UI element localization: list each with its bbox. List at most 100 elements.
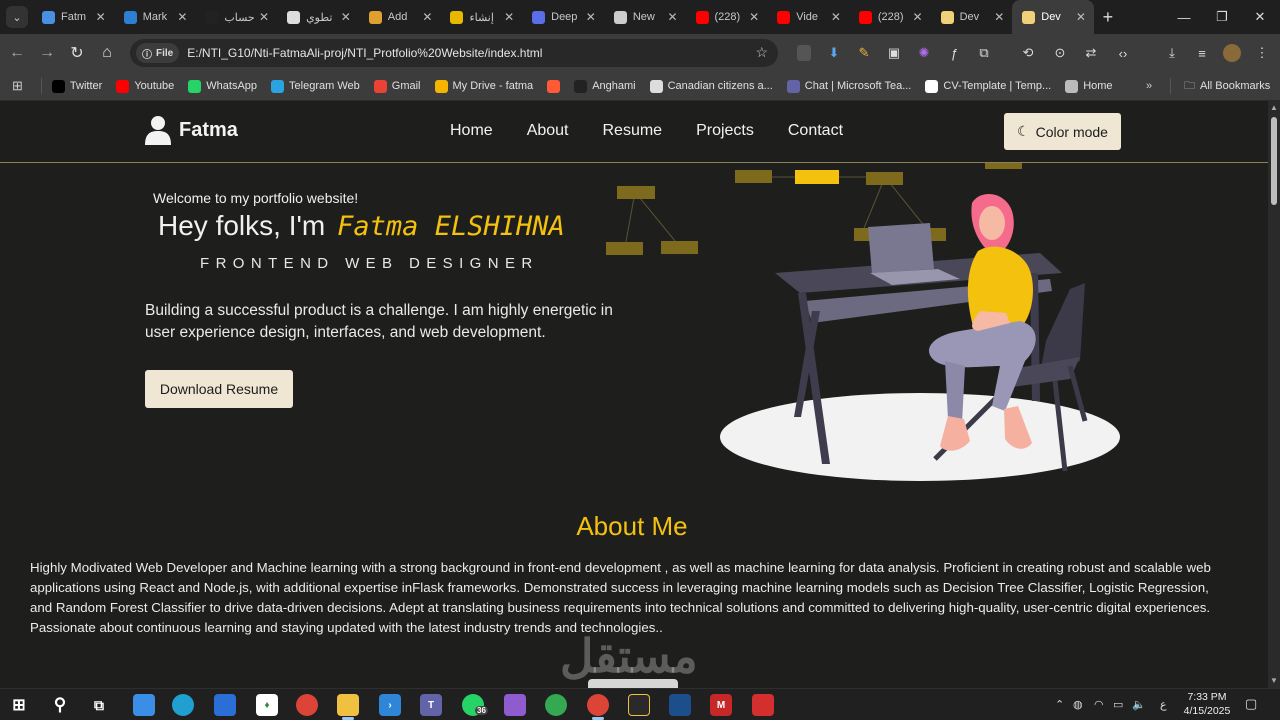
url-text[interactable]: E:/NTI_G10/Nti-FatmaAli-proj/NTI_Protfol… — [187, 46, 542, 60]
wifi-icon[interactable]: ◠ — [1094, 698, 1104, 711]
battery-icon[interactable]: ▭ — [1113, 698, 1123, 711]
bookmark-star-icon[interactable]: ☆ — [755, 44, 768, 61]
vscode-icon[interactable]: › — [379, 694, 401, 716]
extensions-puzzle-icon[interactable]: ⧉ — [972, 41, 996, 65]
all-bookmarks-button[interactable]: 🗀 All Bookmarks — [1184, 77, 1270, 96]
tab-close-icon[interactable]: ✕ — [341, 10, 351, 24]
close-window-button[interactable]: ✕ — [1241, 0, 1279, 34]
browser-tab[interactable]: Fatm ✕ — [32, 0, 114, 34]
tab-close-icon[interactable]: ✕ — [994, 10, 1004, 24]
chrome-profile-icon[interactable] — [545, 694, 567, 716]
bookmark-item[interactable]: My Drive - fatma — [434, 79, 533, 93]
task-view-icon[interactable]: ⧉ — [88, 694, 110, 716]
minimize-button[interactable]: — — [1165, 0, 1203, 34]
color-mode-button[interactable]: ☾ Color mode — [1004, 113, 1121, 150]
browser-tab[interactable]: حساب ✕ — [195, 0, 277, 34]
maximize-button[interactable]: ❐ — [1203, 0, 1241, 34]
download-manager-icon[interactable]: ⬇ — [822, 41, 846, 65]
nav-projects-link[interactable]: Projects — [696, 122, 754, 140]
tab-close-icon[interactable]: ✕ — [667, 10, 677, 24]
sublime-icon[interactable] — [628, 694, 650, 716]
screenshot-icon[interactable]: ⊙ — [1048, 41, 1072, 65]
tab-close-icon[interactable]: ✕ — [504, 10, 514, 24]
bookmark-item[interactable]: Home — [1065, 79, 1113, 93]
browser-tab[interactable]: (228) ✕ — [686, 0, 768, 34]
tab-close-icon[interactable]: ✕ — [1076, 10, 1086, 24]
tray-expand-icon[interactable]: ⌃ — [1055, 698, 1064, 711]
browser-tab[interactable]: Add ✕ — [359, 0, 441, 34]
tab-close-icon[interactable]: ✕ — [586, 10, 596, 24]
bookmark-item[interactable]: Canadian citizens a... — [649, 79, 773, 93]
extension-doc-icon[interactable] — [797, 45, 811, 61]
network-vpn-icon[interactable]: ◍ — [1073, 698, 1083, 711]
nav-resume-link[interactable]: Resume — [603, 122, 663, 140]
file-app-icon[interactable] — [133, 694, 155, 716]
scroll-thumb[interactable] — [1271, 117, 1277, 205]
bookmark-item[interactable]: Anghami — [574, 79, 636, 93]
translate-icon[interactable]: ⇄ — [1079, 41, 1103, 65]
bookmark-item[interactable]: Telegram Web — [271, 79, 360, 93]
edge-icon[interactable] — [172, 694, 194, 716]
visual-studio-icon[interactable] — [504, 694, 526, 716]
history-icon[interactable]: ⟲ — [1016, 41, 1040, 65]
browser-tab[interactable]: إنشاء ✕ — [440, 0, 522, 34]
tab-close-icon[interactable]: ✕ — [749, 10, 759, 24]
input-language[interactable]: ع — [1160, 698, 1167, 711]
reader-extension-icon[interactable]: ▣ — [882, 41, 906, 65]
bookmark-item[interactable]: Twitter — [51, 79, 102, 93]
home-button[interactable]: ⌂ — [92, 38, 122, 68]
tab-close-icon[interactable]: ✕ — [259, 10, 269, 24]
back-button[interactable]: ← — [2, 38, 32, 68]
apps-grid-icon[interactable]: ⊞ — [12, 78, 23, 94]
bookmark-item[interactable]: WhatsApp — [188, 79, 257, 93]
address-bar[interactable]: ⓘ File E:/NTI_G10/Nti-FatmaAli-proj/NTI_… — [130, 39, 778, 67]
browser-tab[interactable]: Deep ✕ — [522, 0, 604, 34]
pen-extension-icon[interactable]: ✎ — [852, 41, 876, 65]
tab-close-icon[interactable]: ✕ — [913, 10, 923, 24]
chrome-icon[interactable] — [296, 694, 318, 716]
more-bookmarks-chevron-icon[interactable]: » — [1146, 80, 1152, 92]
tab-close-icon[interactable]: ✕ — [831, 10, 841, 24]
notifications-icon[interactable]: ▢ — [1245, 696, 1257, 712]
site-info-chip[interactable]: ⓘ File — [136, 43, 180, 63]
volume-icon[interactable]: 🔈 — [1132, 698, 1146, 711]
mcafee-icon[interactable]: M — [710, 694, 732, 716]
teams-icon[interactable]: T — [420, 694, 442, 716]
bookmark-item[interactable] — [547, 79, 561, 93]
new-tab-button[interactable]: + — [1094, 7, 1122, 28]
ai-extension-icon[interactable]: ✺ — [912, 41, 936, 65]
download-resume-button[interactable]: Download Resume — [145, 370, 293, 408]
reload-button[interactable]: ↻ — [62, 38, 92, 68]
system-clock[interactable]: 7:33 PM 4/15/2025 — [1180, 690, 1234, 718]
bookmark-item[interactable]: Youtube — [116, 79, 174, 93]
formula-extension-icon[interactable]: ƒ — [942, 41, 966, 65]
downloads-icon[interactable]: ⤓ — [1160, 41, 1184, 65]
tab-close-icon[interactable]: ✕ — [422, 10, 432, 24]
windows-start-icon[interactable]: ⊞ — [8, 694, 30, 716]
media-controls-icon[interactable]: ≡ — [1190, 41, 1214, 65]
browser-tab[interactable]: تطوي ✕ — [277, 0, 359, 34]
forward-button[interactable]: → — [32, 38, 62, 68]
nav-about-link[interactable]: About — [527, 122, 569, 140]
scroll-down-arrow-icon[interactable]: ▼ — [1270, 676, 1278, 685]
browser-tab[interactable]: Dev ✕ — [1012, 0, 1094, 34]
file-explorer-icon[interactable] — [337, 694, 359, 716]
search-icon[interactable]: ⚲ — [49, 694, 71, 716]
browser-menu-icon[interactable]: ⋮ — [1250, 41, 1274, 65]
bookmark-item[interactable]: Chat | Microsoft Tea... — [786, 79, 911, 93]
pdf-app-icon[interactable] — [752, 694, 774, 716]
webstorm-icon[interactable] — [669, 694, 691, 716]
page-scrollbar[interactable]: ▲ ▼ — [1268, 101, 1280, 688]
browser-tab[interactable]: Dev ✕ — [931, 0, 1013, 34]
tab-close-icon[interactable]: ✕ — [177, 10, 187, 24]
nav-home-link[interactable]: Home — [450, 122, 493, 140]
scroll-up-arrow-icon[interactable]: ▲ — [1270, 103, 1278, 112]
m365-icon[interactable] — [214, 694, 236, 716]
browser-tab[interactable]: (228) ✕ — [849, 0, 931, 34]
browser-tab[interactable]: Mark ✕ — [114, 0, 196, 34]
whatsapp-icon[interactable]: 36 — [462, 694, 488, 716]
browser-tab[interactable]: New ✕ — [604, 0, 686, 34]
chrome-active-icon[interactable] — [587, 694, 609, 716]
profile-avatar[interactable] — [1220, 41, 1244, 65]
notes-app-icon[interactable]: ♦ — [256, 694, 278, 716]
